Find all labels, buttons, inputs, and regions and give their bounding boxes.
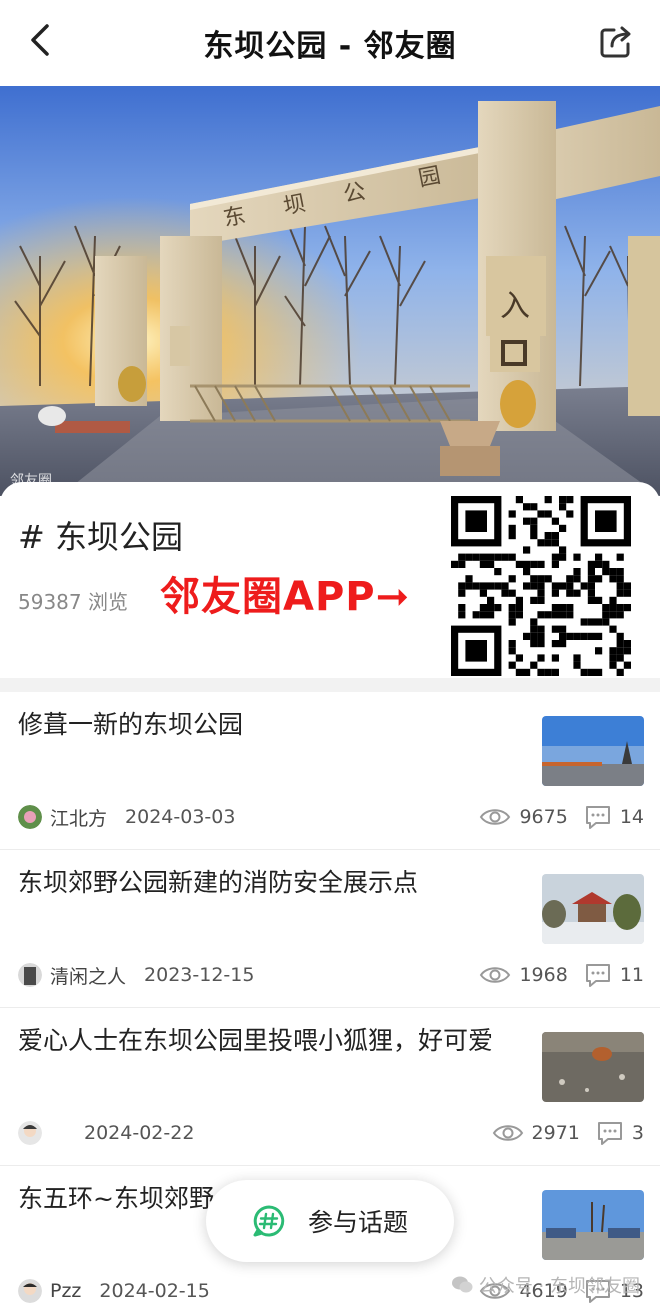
avatar[interactable] — [18, 805, 42, 829]
svg-text:坝: 坝 — [281, 191, 307, 220]
post-date: 2024-03-03 — [125, 806, 236, 828]
hashtag-icon — [253, 1205, 285, 1237]
eye-icon — [480, 809, 511, 825]
view-count-value: 2971 — [531, 1122, 580, 1144]
post-date: 2024-02-15 — [99, 1280, 210, 1302]
post-stats: 2971 3 — [492, 1118, 644, 1148]
comment-count-value: 3 — [631, 1122, 644, 1144]
view-count: 9675 — [479, 806, 568, 828]
join-topic-label: 参与话题 — [307, 1208, 408, 1237]
avatar[interactable] — [18, 963, 42, 987]
qr-code — [444, 494, 638, 678]
post-title: 爱心人士在东坝公园里投喂小狐狸，好可爱 — [18, 1026, 494, 1055]
back-button[interactable] — [18, 18, 62, 62]
post-author[interactable]: 江北方 — [50, 804, 107, 831]
svg-text:入: 入 — [500, 289, 530, 324]
post-item[interactable]: 东坝郊野公园新建的消防安全展示点 清闲之人 2023-12-15 1968 11 — [0, 850, 660, 1008]
post-date: 2023-12-15 — [144, 964, 255, 986]
svg-text:公: 公 — [341, 179, 367, 208]
post-date: 2024-02-22 — [84, 1122, 195, 1144]
join-topic-button[interactable]: 参与话题 — [206, 1180, 454, 1262]
watermark-text: 公众号 · 东坝邻友圈 — [478, 1276, 640, 1297]
view-count: 2971 — [492, 1122, 580, 1144]
post-stats: 9675 14 — [479, 802, 644, 832]
view-count-value: 9675 — [519, 806, 568, 828]
app-promo-text: 邻友圈APP➞ — [160, 574, 411, 620]
post-meta: 清闲之人 2023-12-15 — [18, 960, 254, 990]
post-title: 修葺一新的东坝公园 — [18, 710, 244, 739]
view-count: 1968 — [479, 964, 568, 986]
view-count-value: 1968 — [519, 964, 568, 986]
section-divider — [0, 678, 660, 692]
topic-cover-image: 东 坝 公 园 入 邻友圈 — [0, 86, 660, 496]
avatar[interactable] — [18, 1121, 42, 1145]
topic-name: # 东坝公园 — [18, 518, 183, 556]
post-meta: 江北方 2024-03-03 — [18, 802, 235, 832]
post-meta: Pzz 2024-02-15 — [18, 1276, 210, 1306]
comment-count[interactable]: 11 — [584, 962, 644, 988]
comment-count-value: 14 — [619, 806, 644, 828]
comment-icon — [597, 1122, 622, 1145]
comment-icon — [585, 806, 610, 829]
post-stats: 1968 11 — [479, 960, 644, 990]
post-title: 东坝郊野公园新建的消防安全展示点 — [18, 868, 419, 897]
share-icon — [600, 26, 631, 58]
comment-count[interactable]: 14 — [584, 804, 644, 830]
chevron-left-icon — [31, 24, 49, 56]
post-thumbnail — [542, 1190, 644, 1260]
topic-view-count: 59387 浏览 — [18, 590, 128, 614]
wechat-icon — [451, 1276, 473, 1293]
post-thumbnail — [542, 874, 644, 944]
avatar[interactable] — [18, 1279, 42, 1303]
svg-text:东: 东 — [221, 203, 247, 232]
comment-count-value: 11 — [619, 964, 644, 986]
post-thumbnail — [542, 1032, 644, 1102]
post-author[interactable]: Pzz — [50, 1280, 81, 1302]
page-title: 东坝公园 - 邻友圈 — [203, 29, 457, 64]
topic-info-card: # 东坝公园 59387 浏览 邻友圈APP➞ — [0, 482, 660, 678]
svg-text:园: 园 — [416, 163, 442, 192]
post-item[interactable]: 修葺一新的东坝公园 江北方 2024-03-03 9675 14 — [0, 692, 660, 850]
post-item[interactable]: 爱心人士在东坝公园里投喂小狐狸，好可爱 2024-02-22 2971 3 — [0, 1008, 660, 1166]
post-meta: 2024-02-22 — [18, 1118, 194, 1148]
eye-icon — [492, 1125, 523, 1141]
post-thumbnail — [542, 716, 644, 786]
wechat-watermark: 公众号 · 东坝邻友圈 — [451, 1272, 640, 1298]
eye-icon — [480, 967, 511, 983]
comment-icon — [585, 964, 610, 987]
share-button[interactable] — [594, 20, 638, 64]
top-bar: 东坝公园 - 邻友圈 — [0, 0, 660, 86]
post-author[interactable]: 清闲之人 — [50, 962, 126, 989]
comment-count[interactable]: 3 — [596, 1120, 644, 1146]
